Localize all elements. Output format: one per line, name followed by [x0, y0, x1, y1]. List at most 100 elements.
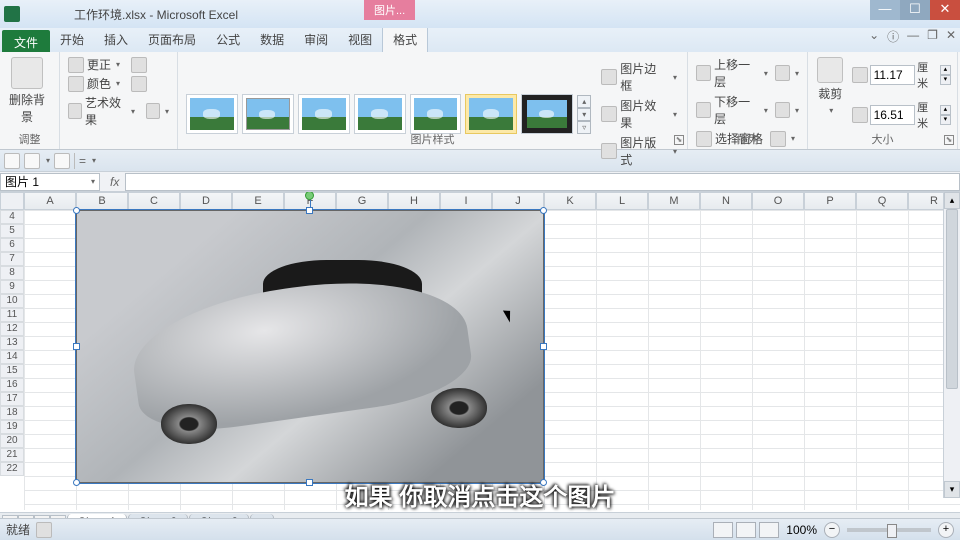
send-backward-button[interactable]: 下移一层▾▾ — [694, 92, 801, 128]
col-header[interactable]: O — [752, 192, 804, 210]
col-header[interactable]: K — [544, 192, 596, 210]
tab-review[interactable]: 审阅 — [294, 27, 338, 52]
style-thumb-2[interactable] — [242, 94, 294, 134]
gallery-scroll[interactable]: ▴▾▿ — [577, 95, 591, 134]
corrections-button[interactable]: 更正▾ — [66, 55, 171, 74]
row-header[interactable]: 7 — [0, 252, 24, 266]
width-input[interactable]: 16.51 — [870, 105, 916, 125]
page-layout-view-button[interactable] — [736, 522, 756, 538]
resize-handle[interactable] — [73, 207, 80, 214]
minimize-button[interactable]: — — [870, 0, 900, 20]
tab-format[interactable]: 格式 — [382, 26, 428, 52]
zoom-in-button[interactable]: + — [938, 522, 954, 538]
file-tab[interactable]: 文件 — [2, 30, 50, 52]
vertical-scrollbar[interactable]: ▴▾ — [943, 192, 960, 498]
col-header[interactable]: Q — [856, 192, 908, 210]
style-thumb-4[interactable] — [354, 94, 406, 134]
tab-home[interactable]: 开始 — [50, 27, 94, 52]
row-header[interactable]: 16 — [0, 378, 24, 392]
row-header[interactable]: 18 — [0, 406, 24, 420]
bring-forward-button[interactable]: 上移一层▾▾ — [694, 55, 801, 91]
tab-view[interactable]: 视图 — [338, 27, 382, 52]
col-header[interactable]: N — [700, 192, 752, 210]
col-header[interactable]: P — [804, 192, 856, 210]
row-header[interactable]: 21 — [0, 448, 24, 462]
row-header[interactable]: 14 — [0, 350, 24, 364]
selected-picture[interactable] — [76, 210, 544, 483]
crop-button[interactable]: 裁剪▾ — [814, 55, 846, 131]
col-header[interactable]: A — [24, 192, 76, 210]
macro-icon[interactable] — [36, 522, 52, 538]
close-button[interactable]: ✕ — [930, 0, 960, 20]
resize-handle[interactable] — [306, 207, 313, 214]
zoom-level[interactable]: 100% — [786, 523, 817, 537]
undo-dropdown[interactable]: ▾ — [46, 156, 50, 165]
select-all-button[interactable] — [0, 192, 24, 210]
qat-customize[interactable]: ▾ — [92, 156, 96, 165]
styles-dialog-launcher[interactable]: ⬊ — [674, 135, 684, 145]
col-header[interactable]: J — [492, 192, 544, 210]
col-header[interactable]: L — [596, 192, 648, 210]
row-header[interactable]: 6 — [0, 238, 24, 252]
style-thumb-1[interactable] — [186, 94, 238, 134]
tab-insert[interactable]: 插入 — [94, 27, 138, 52]
remove-background-button[interactable]: 删除背景 — [6, 55, 48, 127]
name-box[interactable]: 图片 1▾ — [0, 173, 100, 191]
col-header[interactable]: B — [76, 192, 128, 210]
size-dialog-launcher[interactable]: ⬊ — [944, 135, 954, 145]
doc-minimize-button[interactable]: — — [905, 28, 921, 45]
redo-icon[interactable] — [54, 153, 70, 169]
col-header[interactable]: E — [232, 192, 284, 210]
row-header[interactable]: 8 — [0, 266, 24, 280]
zoom-out-button[interactable]: − — [824, 522, 840, 538]
col-header[interactable]: H — [388, 192, 440, 210]
style-thumb-3[interactable] — [298, 94, 350, 134]
tab-data[interactable]: 数据 — [250, 27, 294, 52]
style-thumb-6[interactable] — [465, 94, 517, 134]
row-header[interactable]: 17 — [0, 392, 24, 406]
row-header[interactable]: 19 — [0, 420, 24, 434]
row-header[interactable]: 22 — [0, 462, 24, 476]
col-header[interactable]: M — [648, 192, 700, 210]
doc-restore-button[interactable]: ❐ — [925, 28, 940, 45]
row-header[interactable]: 5 — [0, 224, 24, 238]
col-header[interactable]: G — [336, 192, 388, 210]
resize-handle[interactable] — [540, 207, 547, 214]
save-icon[interactable] — [4, 153, 20, 169]
doc-close-button[interactable]: ✕ — [944, 28, 958, 45]
row-header[interactable]: 10 — [0, 294, 24, 308]
row-header[interactable]: 11 — [0, 308, 24, 322]
row-header[interactable]: 13 — [0, 336, 24, 350]
color-button[interactable]: 颜色▾ — [66, 74, 171, 93]
width-spinner[interactable]: ▴▾ — [940, 105, 951, 125]
fx-icon[interactable]: fx — [110, 175, 119, 189]
resize-handle[interactable] — [73, 343, 80, 350]
col-header[interactable]: D — [180, 192, 232, 210]
maximize-button[interactable]: ☐ — [900, 0, 930, 20]
help-button[interactable]: ⓘ — [885, 28, 901, 45]
row-header[interactable]: 15 — [0, 364, 24, 378]
tab-formulas[interactable]: 公式 — [206, 27, 250, 52]
row-header[interactable]: 12 — [0, 322, 24, 336]
col-header[interactable]: C — [128, 192, 180, 210]
formula-bar[interactable] — [125, 173, 960, 191]
zoom-slider[interactable] — [847, 528, 931, 532]
col-header[interactable]: I — [440, 192, 492, 210]
style-thumb-7[interactable] — [521, 94, 573, 134]
normal-view-button[interactable] — [713, 522, 733, 538]
cells-area[interactable] — [24, 210, 960, 510]
resize-handle[interactable] — [540, 343, 547, 350]
row-header[interactable]: 4 — [0, 210, 24, 224]
tab-layout[interactable]: 页面布局 — [138, 27, 206, 52]
row-header[interactable]: 9 — [0, 280, 24, 294]
page-break-view-button[interactable] — [759, 522, 779, 538]
artistic-button[interactable]: 艺术效果▾▾ — [66, 93, 171, 129]
undo-icon[interactable] — [24, 153, 40, 169]
picture-border-button[interactable]: 图片边框▾ — [599, 59, 679, 95]
ribbon-minimize-button[interactable]: ⌄ — [867, 28, 881, 45]
picture-effects-button[interactable]: 图片效果▾ — [599, 96, 679, 132]
height-spinner[interactable]: ▴▾ — [940, 65, 951, 85]
style-thumb-5[interactable] — [410, 94, 462, 134]
height-input[interactable]: 11.17 — [870, 65, 916, 85]
row-header[interactable]: 20 — [0, 434, 24, 448]
